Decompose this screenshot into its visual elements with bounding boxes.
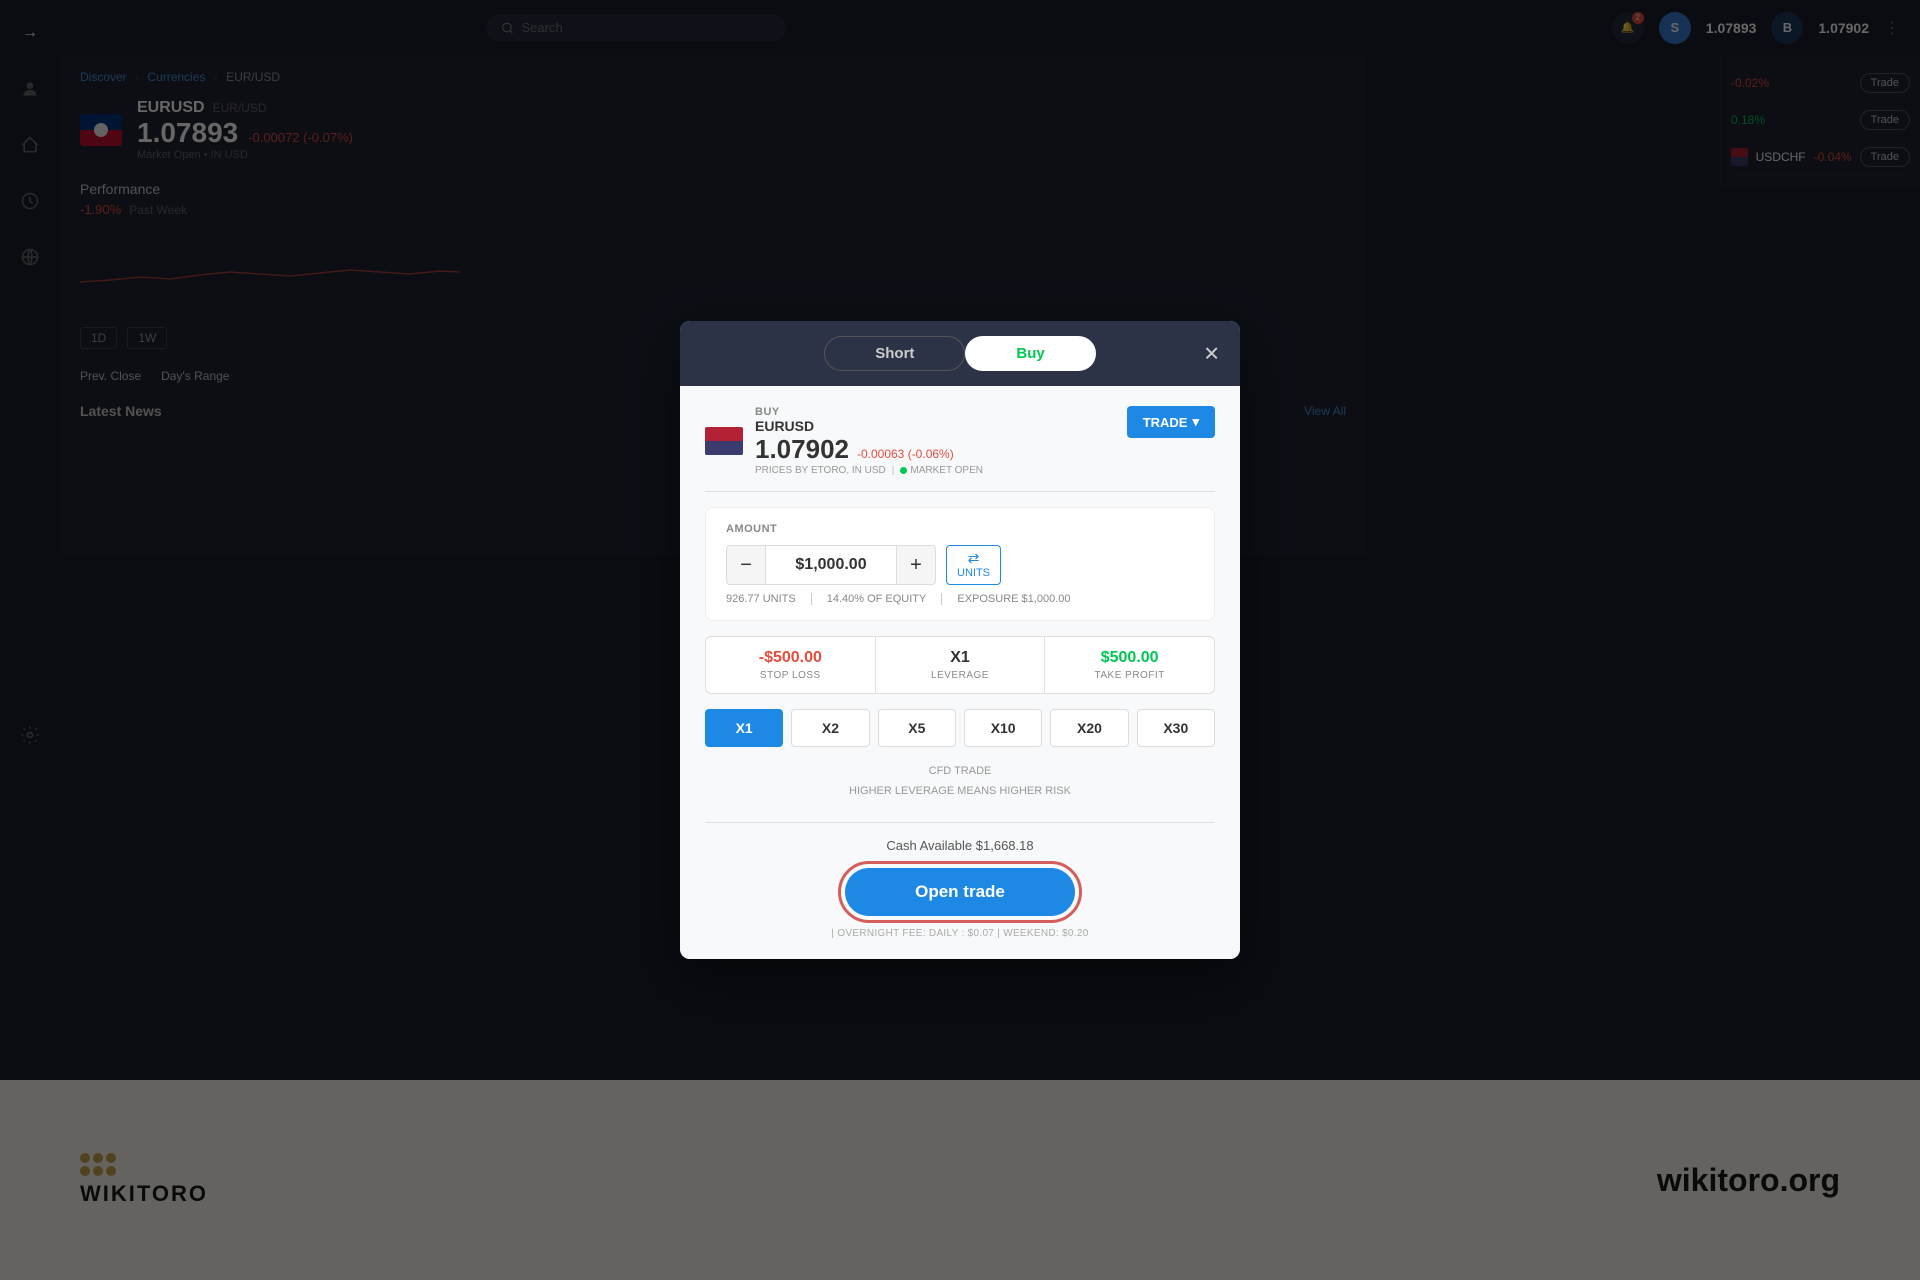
- stop-loss-label: STOP LOSS: [721, 670, 860, 681]
- modal-divider-1: [705, 491, 1215, 492]
- amount-label: AMOUNT: [726, 523, 1194, 535]
- modal-asset-text: BUY EURUSD 1.07902 -0.00063 (-0.06%) PRI…: [755, 406, 983, 476]
- units-toggle-btn[interactable]: ⇄ UNITS: [946, 545, 1001, 585]
- leverage-buttons: X1 X2 X5 X10 X20 X30: [705, 709, 1215, 747]
- modal-buy-label: BUY: [755, 406, 983, 418]
- tab-buy[interactable]: Buy: [965, 336, 1095, 371]
- trade-dropdown-btn[interactable]: TRADE ▾: [1127, 406, 1215, 438]
- open-trade-button[interactable]: Open trade: [845, 868, 1075, 916]
- amount-increase-btn[interactable]: +: [896, 545, 936, 585]
- cash-value: $1,668.18: [976, 838, 1034, 853]
- stop-loss-value: -$500.00: [721, 649, 860, 667]
- chevron-down-icon: ▾: [1192, 414, 1199, 430]
- take-profit-param[interactable]: $500.00 TAKE PROFIT: [1045, 637, 1214, 693]
- market-open-dot: [900, 467, 907, 474]
- cfd-notice: CFD TRADE HIGHER LEVERAGE MEANS HIGHER R…: [705, 762, 1215, 802]
- tab-short[interactable]: Short: [824, 336, 965, 371]
- cash-label: Cash Available: [886, 838, 972, 853]
- modal-overlay: Short Buy ✕ BUY EURUSD 1.07902: [0, 0, 1920, 1280]
- lev-btn-x20[interactable]: X20: [1050, 709, 1128, 747]
- exposure: EXPOSURE $1,000.00: [957, 593, 1070, 605]
- amount-meta: 926.77 UNITS 14.40% OF EQUITY EXPOSURE $…: [726, 593, 1194, 605]
- units-arrows-icon: ⇄: [968, 551, 980, 565]
- lev-btn-x1[interactable]: X1: [705, 709, 783, 747]
- modal-price-meta-text: PRICES BY ETORO, IN USD: [755, 465, 886, 476]
- lev-btn-x5[interactable]: X5: [878, 709, 956, 747]
- trade-modal: Short Buy ✕ BUY EURUSD 1.07902: [680, 321, 1240, 959]
- modal-asset-name: EURUSD: [755, 418, 983, 434]
- modal-asset-info: BUY EURUSD 1.07902 -0.00063 (-0.06%) PRI…: [705, 406, 1215, 476]
- leverage-value: X1: [891, 649, 1030, 667]
- modal-divider-2: [705, 822, 1215, 823]
- modal-tabs: Short Buy ✕: [680, 321, 1240, 386]
- lev-btn-x2[interactable]: X2: [791, 709, 869, 747]
- equity-pct: 14.40% OF EQUITY: [827, 593, 943, 605]
- modal-price: 1.07902: [755, 434, 849, 465]
- stop-loss-param[interactable]: -$500.00 STOP LOSS: [706, 637, 875, 693]
- amount-value-display: $1,000.00: [766, 545, 896, 585]
- lev-btn-x30[interactable]: X30: [1137, 709, 1215, 747]
- units-count: 926.77 UNITS: [726, 593, 812, 605]
- modal-price-change: -0.00063 (-0.06%): [857, 447, 954, 461]
- take-profit-label: TAKE PROFIT: [1060, 670, 1199, 681]
- amount-controls: − $1,000.00 + ⇄ UNITS: [726, 545, 1194, 585]
- modal-price-meta: PRICES BY ETORO, IN USD | MARKET OPEN: [755, 465, 983, 476]
- cash-available: Cash Available $1,668.18: [705, 838, 1215, 853]
- modal-market-open: MARKET OPEN: [900, 465, 983, 476]
- amount-section: AMOUNT − $1,000.00 + ⇄ UNITS 926.77 UNIT…: [705, 507, 1215, 621]
- open-trade-wrapper: Open trade: [705, 868, 1215, 916]
- lev-btn-x10[interactable]: X10: [964, 709, 1042, 747]
- leverage-label: LEVERAGE: [891, 670, 1030, 681]
- trade-params: -$500.00 STOP LOSS X1 LEVERAGE $500.00 T…: [705, 636, 1215, 694]
- cfd-line2: HIGHER LEVERAGE MEANS HIGHER RISK: [705, 782, 1215, 802]
- cfd-line1: CFD TRADE: [705, 762, 1215, 782]
- modal-body: BUY EURUSD 1.07902 -0.00063 (-0.06%) PRI…: [680, 386, 1240, 959]
- modal-asset-left: BUY EURUSD 1.07902 -0.00063 (-0.06%) PRI…: [705, 406, 983, 476]
- modal-flag: [705, 427, 743, 455]
- amount-decrease-btn[interactable]: −: [726, 545, 766, 585]
- take-profit-value: $500.00: [1060, 649, 1199, 667]
- overnight-fee: | OVERNIGHT FEE: DAILY : $0.07 | WEEKEND…: [705, 928, 1215, 939]
- close-button[interactable]: ✕: [1203, 341, 1220, 366]
- leverage-param[interactable]: X1 LEVERAGE: [876, 637, 1045, 693]
